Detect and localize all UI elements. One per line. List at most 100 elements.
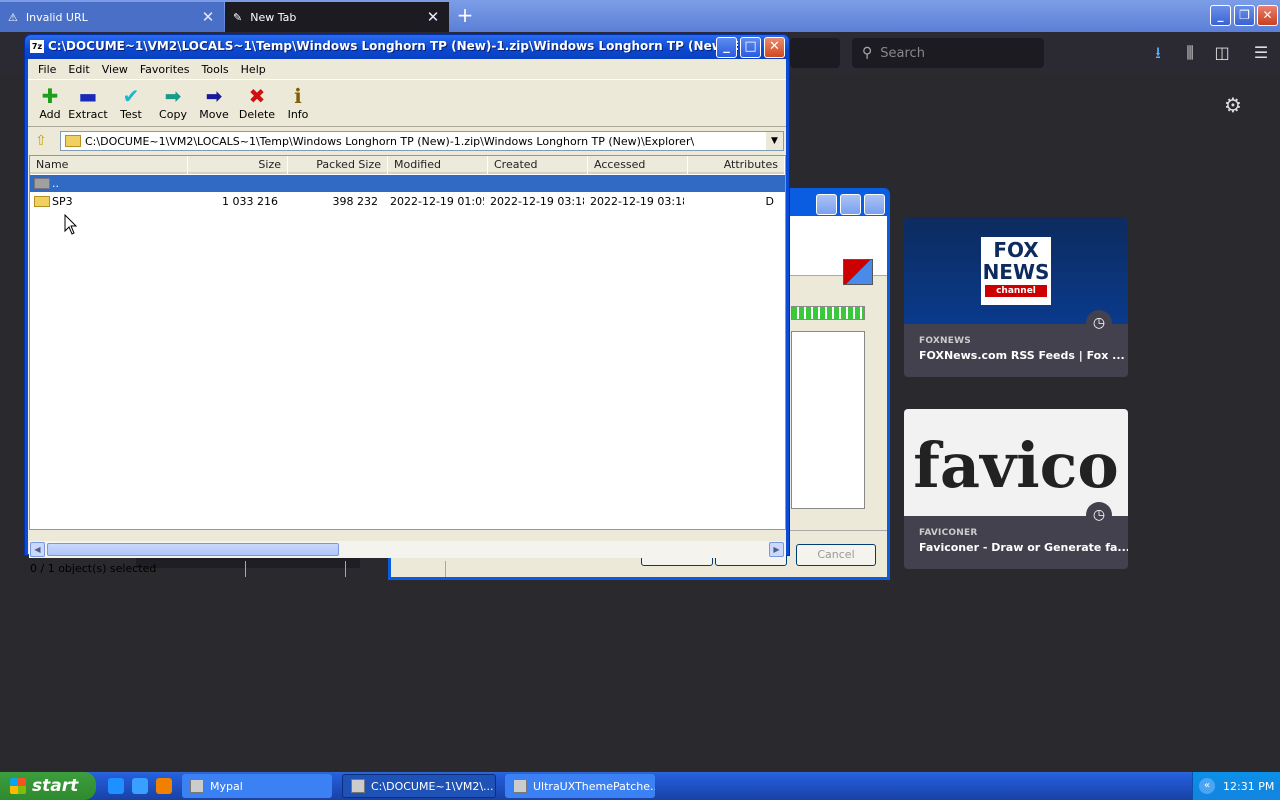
table-row[interactable]: SP3 1 033 216 398 232 2022-12-19 01:05 2… xyxy=(30,193,785,210)
installer-icon xyxy=(513,779,527,793)
close-tab-icon[interactable]: ✕ xyxy=(425,8,441,26)
browser-icon[interactable] xyxy=(132,778,148,794)
search-input[interactable]: ⚲ Search xyxy=(852,38,1044,68)
folder-up-icon[interactable]: ⇧ xyxy=(32,132,50,150)
file-manager-window[interactable]: 7z C:\DOCUME~1\VM2\LOCALS~1\Temp\Windows… xyxy=(24,34,790,577)
folder-icon xyxy=(34,178,50,189)
mypal-icon xyxy=(190,779,204,793)
row-size: 1 033 216 xyxy=(222,195,278,208)
column-modified[interactable]: Modified xyxy=(388,156,488,174)
info-button[interactable]: ℹ Info xyxy=(276,84,320,126)
close-button[interactable]: ✕ xyxy=(764,37,785,58)
status-segment xyxy=(246,561,346,577)
delete-icon: ✖ xyxy=(248,84,266,108)
menu-bar: File Edit View Favorites Tools Help xyxy=(28,59,786,79)
minimize-button[interactable] xyxy=(816,194,837,215)
new-tab-button[interactable]: + xyxy=(454,5,476,27)
cancel-button[interactable]: Cancel xyxy=(796,544,876,566)
table-row[interactable]: .. xyxy=(30,175,785,192)
tab-invalid-url[interactable]: ⚠ Invalid URL ✕ xyxy=(0,2,224,32)
app-icon: 7z xyxy=(30,40,44,53)
site-title: Faviconer - Draw or Generate fa... xyxy=(919,541,1128,554)
clock-icon: ◷ xyxy=(1086,502,1112,528)
row-packed-size: 398 232 xyxy=(332,195,379,208)
menu-file[interactable]: File xyxy=(32,63,62,76)
column-attributes[interactable]: Attributes xyxy=(688,156,785,174)
extract-button[interactable]: ▬ Extract xyxy=(66,84,110,126)
folder-icon xyxy=(65,135,81,147)
maximize-button[interactable]: □ xyxy=(740,37,761,58)
download-icon[interactable]: ⭳ xyxy=(1147,42,1169,64)
page-scrollbar[interactable] xyxy=(1264,74,1280,772)
menu-edit[interactable]: Edit xyxy=(62,63,95,76)
toolbar: ✚ Add ▬ Extract ✔ Test ➡ Copy ➡ Move ✖ Delete … xyxy=(28,79,786,127)
scroll-right-icon[interactable]: ▶ xyxy=(769,542,784,557)
menu-favorites[interactable]: Favorites xyxy=(134,63,196,76)
progress-bar xyxy=(791,306,865,320)
window-title: C:\DOCUME~1\VM2\LOCALS~1\Temp\Windows Lo… xyxy=(48,39,738,53)
taskbar-button-7zip[interactable]: C:\DOCUME~1\VM2\... xyxy=(342,774,496,798)
menu-icon[interactable]: ☰ xyxy=(1250,42,1272,64)
copy-icon: ➡ xyxy=(164,84,182,108)
delete-button[interactable]: ✖ Delete xyxy=(235,84,279,126)
window-titlebar[interactable]: 7z C:\DOCUME~1\VM2\LOCALS~1\Temp\Windows… xyxy=(25,35,789,59)
maximize-button[interactable] xyxy=(840,194,861,215)
minimize-button[interactable]: _ xyxy=(716,37,737,58)
close-button[interactable]: ✕ xyxy=(1257,5,1278,26)
scroll-thumb[interactable] xyxy=(47,543,339,556)
folder-icon xyxy=(34,196,50,207)
top-site-card-faviconer[interactable]: favico ◷ FAVICONER Faviconer - Draw or G… xyxy=(904,409,1128,569)
column-accessed[interactable]: Accessed xyxy=(588,156,688,174)
chevron-down-icon[interactable]: ▼ xyxy=(766,132,783,150)
horizontal-scrollbar[interactable]: ◀ ▶ xyxy=(29,541,786,558)
gear-icon[interactable]: ⚙ xyxy=(1222,94,1244,116)
sidebar-icon[interactable]: ◫ xyxy=(1211,42,1233,64)
site-title: FOXNews.com RSS Feeds | Fox ... xyxy=(919,349,1125,362)
top-site-card-foxnews[interactable]: FOX NEWS channel ◷ FOXNEWS FOXNews.com R… xyxy=(904,217,1128,377)
system-tray: « 12:31 PM xyxy=(1192,772,1280,800)
row-name: SP3 xyxy=(52,195,73,208)
7zip-icon xyxy=(351,779,365,793)
firefox-icon[interactable] xyxy=(156,778,172,794)
extract-icon: ▬ xyxy=(78,84,98,108)
minimize-button[interactable]: _ xyxy=(1210,5,1231,26)
path-combobox[interactable]: C:\DOCUME~1\VM2\LOCALS~1\Temp\Windows Lo… xyxy=(60,131,784,151)
row-created: 2022-12-19 03:18 xyxy=(490,195,584,208)
url-bar[interactable] xyxy=(790,38,840,68)
menu-view[interactable]: View xyxy=(96,63,134,76)
copy-button[interactable]: ➡ Copy xyxy=(151,84,195,126)
test-button[interactable]: ✔ Test xyxy=(109,84,153,126)
file-list[interactable]: Name Size Packed Size Modified Created A… xyxy=(29,155,786,530)
column-name[interactable]: Name xyxy=(30,156,188,174)
menu-tools[interactable]: Tools xyxy=(196,63,235,76)
test-icon: ✔ xyxy=(122,84,140,108)
tab-label: Invalid URL xyxy=(25,10,88,24)
tab-new-tab[interactable]: ✎ New Tab ✕ xyxy=(225,2,449,32)
taskbar-button-mypal[interactable]: Mypal xyxy=(182,774,332,798)
row-modified: 2022-12-19 01:05 xyxy=(390,195,484,208)
site-thumbnail: favico ◷ xyxy=(904,409,1128,528)
row-name: .. xyxy=(52,177,59,190)
browser-titlebar: ⚠ Invalid URL ✕ ✎ New Tab ✕ + _ ❐ ✕ xyxy=(0,0,1280,32)
taskbar: start Mypal C:\DOCUME~1\VM2\... UltraUXT… xyxy=(0,772,1280,800)
clock: 12:31 PM xyxy=(1223,779,1275,793)
taskbar-button-ultrauxthemepatcher[interactable]: UltraUXThemePatche... xyxy=(505,774,655,798)
start-button[interactable]: start xyxy=(0,772,96,800)
internet-explorer-icon[interactable] xyxy=(108,778,124,794)
close-button[interactable] xyxy=(864,194,885,215)
column-packed-size[interactable]: Packed Size xyxy=(288,156,388,174)
menu-help[interactable]: Help xyxy=(235,63,272,76)
library-icon[interactable]: ⫼ xyxy=(1179,42,1201,64)
column-size[interactable]: Size xyxy=(188,156,288,174)
scroll-left-icon[interactable]: ◀ xyxy=(30,542,45,557)
move-button[interactable]: ➡ Move xyxy=(192,84,236,126)
maximize-button[interactable]: ❐ xyxy=(1234,5,1255,26)
column-created[interactable]: Created xyxy=(488,156,588,174)
close-tab-icon[interactable]: ✕ xyxy=(200,8,216,26)
list-header: Name Size Packed Size Modified Created A… xyxy=(30,156,785,174)
search-placeholder: Search xyxy=(880,45,925,61)
site-thumbnail: FOX NEWS channel ◷ xyxy=(904,217,1128,336)
clock-icon: ◷ xyxy=(1086,310,1112,336)
show-hidden-icons-icon[interactable]: « xyxy=(1199,778,1215,794)
tab-label: New Tab xyxy=(250,10,297,24)
